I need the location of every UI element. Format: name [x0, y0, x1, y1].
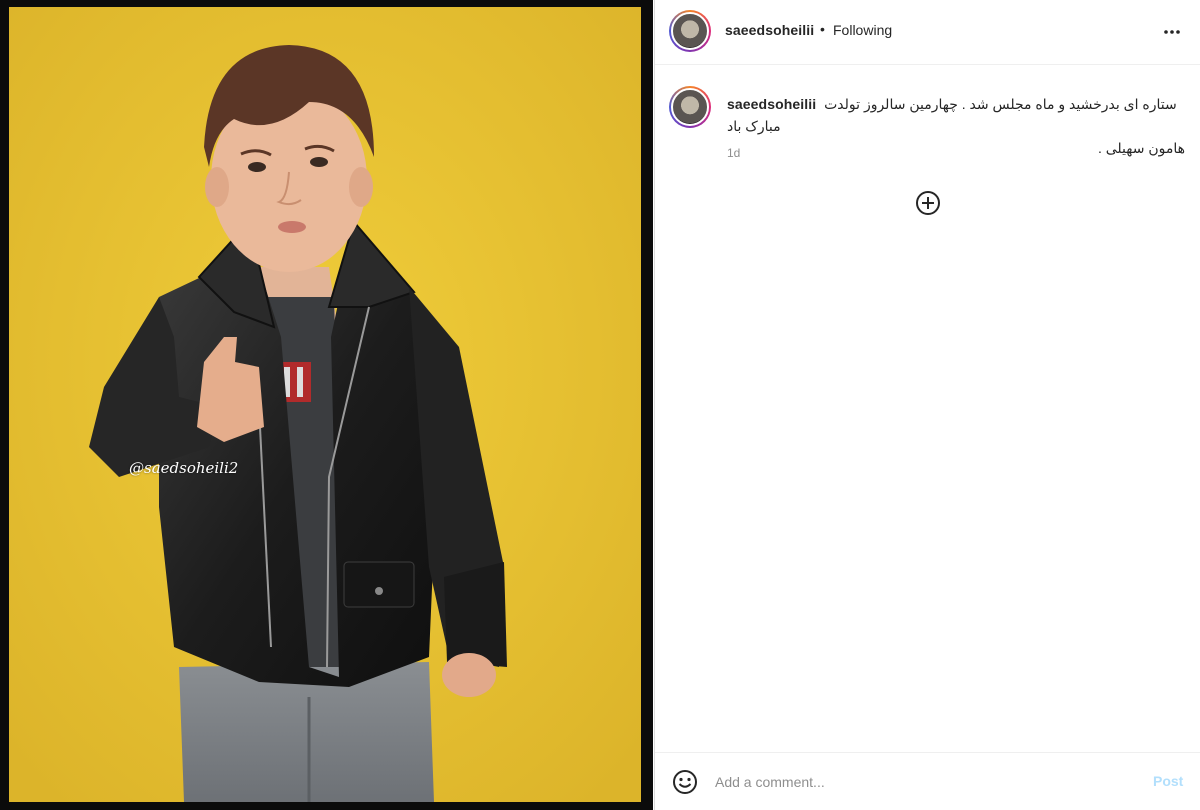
caption-username-link[interactable]: saeedsoheilii	[727, 96, 816, 112]
author-avatar[interactable]	[669, 10, 711, 52]
following-button[interactable]: Following	[833, 22, 892, 38]
post-comment-button[interactable]: Post	[1153, 773, 1183, 789]
photo-watermark: @saedsoheili2	[129, 459, 239, 477]
caption-text: saeedsoheilii ستاره ای بدرخشید و ماه مجل…	[727, 93, 1185, 159]
caption-author-avatar[interactable]	[669, 86, 711, 128]
post-photo-pane[interactable]: @saedsoheili2	[0, 0, 653, 810]
post-side-panel: saeedsoheilii • Following saeedsoheilii …	[654, 0, 1200, 810]
post-image[interactable]: @saedsoheili2	[9, 7, 641, 802]
post-timestamp[interactable]: 1d	[727, 146, 740, 160]
author-username-link[interactable]: saeedsoheilii	[725, 22, 814, 38]
avatar-image	[671, 12, 709, 50]
avatar-image	[671, 88, 709, 126]
boy-in-leather-jacket-photo	[9, 7, 641, 802]
plus-circle-icon[interactable]	[914, 189, 942, 217]
caption-line-2: هامون سهیلی .	[1097, 140, 1185, 156]
comment-input[interactable]	[715, 770, 1135, 794]
header-separator: •	[820, 21, 825, 37]
smiley-icon[interactable]	[671, 768, 699, 796]
post-header: saeedsoheilii • Following	[655, 0, 1200, 65]
more-horizontal-icon[interactable]	[1160, 20, 1184, 44]
add-comment-bar: Post	[655, 752, 1200, 810]
